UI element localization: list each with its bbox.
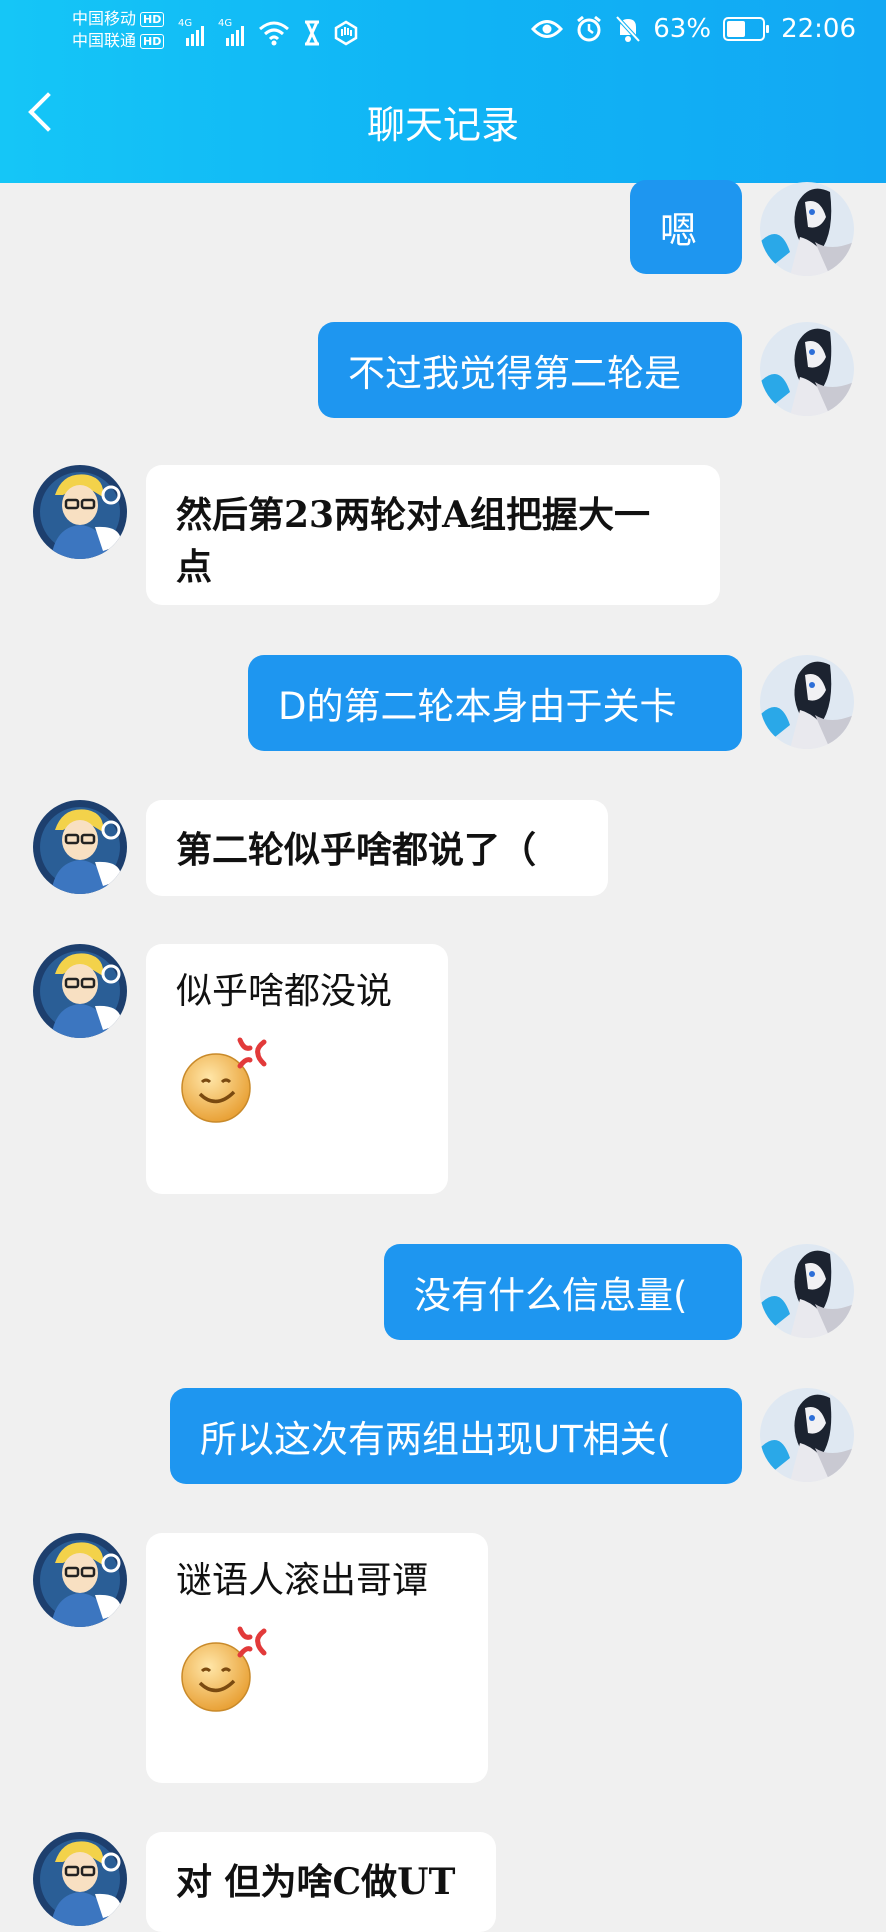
- network-type: 4G: [218, 18, 233, 29]
- battery-icon: [723, 17, 770, 41]
- message-bubble[interactable]: 第二轮似乎啥都说了（: [146, 800, 608, 896]
- page-title: 聊天记录: [366, 103, 519, 147]
- my-avatar[interactable]: [760, 182, 854, 276]
- contact-avatar[interactable]: [33, 465, 127, 559]
- message-bubble[interactable]: 对 但为啥C做UT: [146, 1832, 496, 1932]
- message-text: 不过我觉得第二轮是: [348, 352, 681, 395]
- message-text: 然后第23两轮对A组把握大一: [176, 494, 651, 536]
- contact-avatar[interactable]: [33, 800, 127, 894]
- angry-smile-emoji-icon: [176, 1030, 272, 1126]
- contact-avatar[interactable]: [33, 1832, 127, 1926]
- hd-badge: HD: [140, 33, 165, 49]
- message-bubble[interactable]: 不过我觉得第二轮是: [318, 322, 742, 418]
- my-avatar[interactable]: [760, 322, 854, 416]
- angry-smile-emoji-icon: [176, 1619, 272, 1715]
- top-bar: 中国移动 HD 中国联通 HD 4G 4G 63% 22:06 聊天记录: [0, 0, 886, 183]
- message-bubble[interactable]: 似乎啥都没说: [146, 944, 448, 1194]
- signal-icon: 4G: [178, 18, 206, 46]
- message-bubble[interactable]: 所以这次有两组出现UT相关(: [170, 1388, 742, 1484]
- message-text: 所以这次有两组出现UT相关(: [200, 1418, 672, 1461]
- battery-percent: 63%: [653, 14, 712, 44]
- hd-badge: HD: [140, 11, 165, 27]
- my-avatar[interactable]: [760, 655, 854, 749]
- signal-icon: 4G: [218, 18, 246, 46]
- message-bubble[interactable]: 没有什么信息量(: [384, 1244, 742, 1340]
- alarm-icon: [577, 15, 602, 42]
- carrier-name-1: 中国移动: [72, 9, 137, 28]
- wifi-icon: [259, 21, 289, 46]
- contact-avatar[interactable]: [33, 1533, 127, 1627]
- clock: 22:06: [781, 14, 856, 44]
- contact-avatar[interactable]: [33, 944, 127, 1038]
- message-bubble[interactable]: 谜语人滚出哥谭: [146, 1533, 488, 1783]
- hourglass-icon: [305, 20, 319, 46]
- my-avatar[interactable]: [760, 1388, 854, 1482]
- message-text: 似乎啥都没说: [176, 971, 393, 1012]
- my-avatar[interactable]: [760, 1244, 854, 1338]
- carrier-name-2: 中国联通: [72, 31, 137, 50]
- signal-icons: 4G 4G: [178, 16, 358, 46]
- message-text: 谜语人滚出哥谭: [176, 1560, 429, 1601]
- message-bubble[interactable]: D的第二轮本身由于关卡: [248, 655, 742, 751]
- message-bubble[interactable]: 然后第23两轮对A组把握大一点: [146, 465, 720, 605]
- hand-shield-icon: [334, 20, 358, 46]
- network-type: 4G: [178, 18, 193, 29]
- eye-icon: [531, 20, 564, 38]
- mute-bell-icon: [615, 15, 641, 43]
- message-text: 点: [176, 546, 213, 588]
- message-bubble[interactable]: 嗯: [630, 180, 742, 274]
- carrier-info: 中国移动 HD 中国联通 HD: [72, 8, 165, 52]
- message-text: 对 但为啥C做UT: [176, 1861, 456, 1903]
- status-right: 63% 22:06: [531, 14, 856, 44]
- message-text: 没有什么信息量(: [414, 1274, 688, 1317]
- message-text: D的第二轮本身由于关卡: [278, 685, 677, 728]
- message-text: 第二轮似乎啥都说了（: [176, 829, 537, 871]
- message-text: 嗯: [660, 209, 697, 252]
- status-bar: 中国移动 HD 中国联通 HD 4G 4G 63% 22:06: [0, 0, 886, 66]
